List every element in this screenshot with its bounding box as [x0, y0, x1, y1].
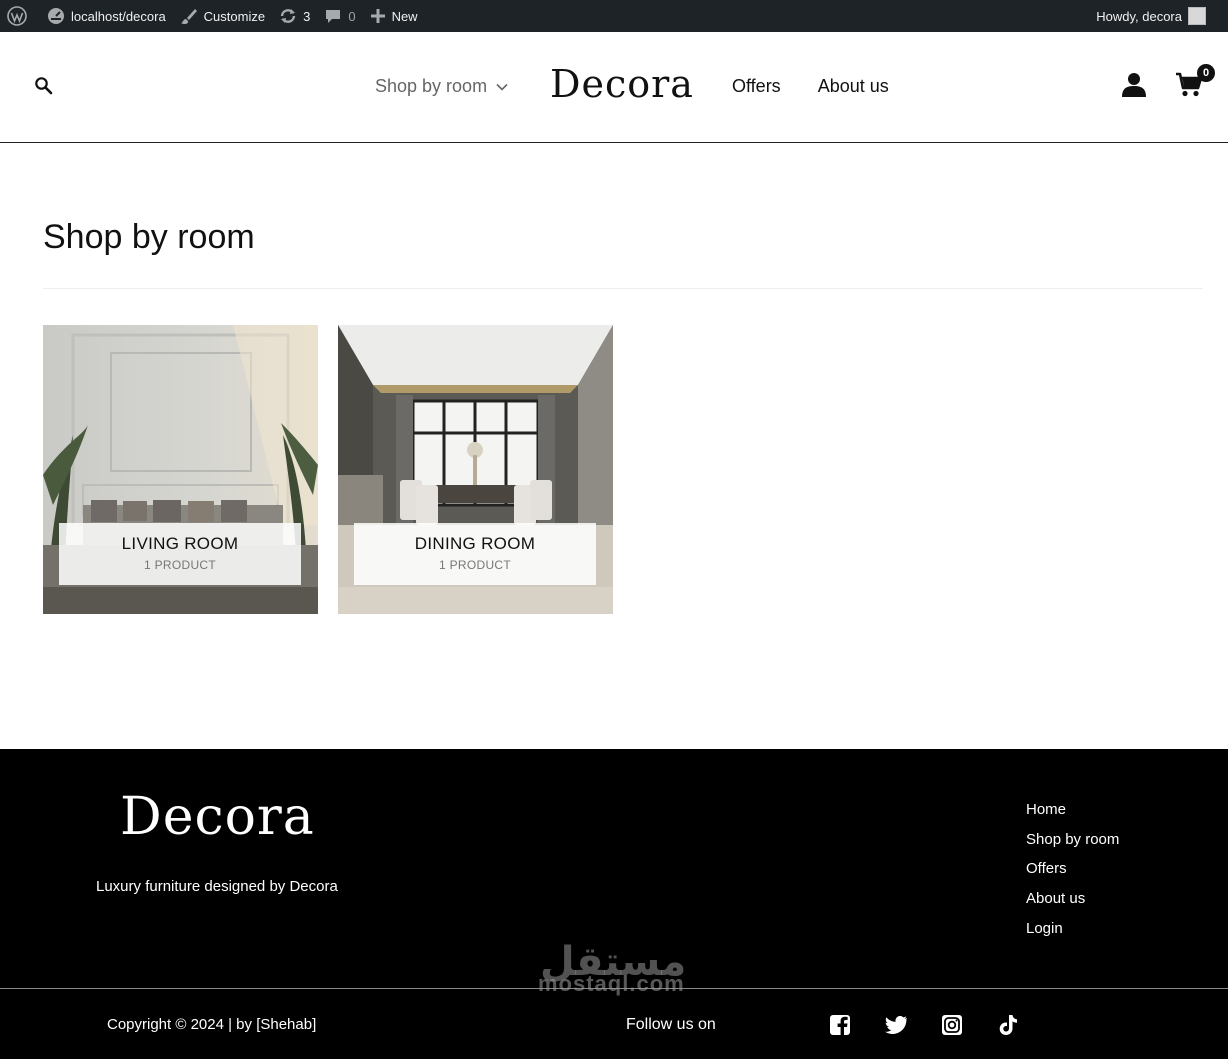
- twitter-icon[interactable]: [884, 1013, 908, 1037]
- footer-link-shop-by-room[interactable]: Shop by room: [1026, 831, 1119, 861]
- cart-count-badge: 0: [1197, 64, 1215, 82]
- page-title: Shop by room: [43, 218, 255, 256]
- category-count: 1 PRODUCT: [143, 558, 217, 572]
- site-name-label: localhost/decora: [71, 8, 166, 24]
- footer-link-about-us[interactable]: About us: [1026, 890, 1119, 920]
- howdy-label: Howdy, decora: [1096, 8, 1182, 24]
- site-logo[interactable]: Decora: [550, 62, 694, 106]
- new-label: New: [391, 8, 418, 24]
- category-count: 1 PRODUCT: [438, 558, 512, 572]
- instagram-icon[interactable]: [940, 1013, 964, 1037]
- category-name: DINING ROOM: [414, 534, 536, 553]
- facebook-icon[interactable]: [828, 1013, 852, 1037]
- admin-bar: localhost/decora Customize 3 0 New Howdy…: [0, 0, 1228, 32]
- footer-link-login[interactable]: Login: [1026, 920, 1119, 950]
- site-header: Shop by room Decora Offers About us 0: [0, 32, 1228, 143]
- chevron-down-icon: [496, 83, 508, 91]
- comments-link[interactable]: 0: [317, 0, 362, 32]
- footer-tagline: Luxury furniture designed by Decora: [96, 878, 338, 895]
- footer-logo[interactable]: Decora: [120, 787, 315, 847]
- my-account-link[interactable]: Howdy, decora: [1096, 7, 1228, 25]
- footer-menu: Home Shop by room Offers About us Login: [1026, 801, 1119, 949]
- customize-label: Customize: [203, 8, 266, 24]
- plus-icon: [370, 9, 385, 23]
- site-name-link[interactable]: localhost/decora: [40, 0, 173, 32]
- comment-icon: [326, 10, 341, 23]
- category-label-box: LIVING ROOM 1 PRODUCT: [59, 523, 301, 585]
- brush-icon: [180, 9, 197, 25]
- primary-nav-right: Offers About us: [732, 76, 889, 97]
- title-divider: [43, 288, 1203, 289]
- category-name: LIVING ROOM: [121, 534, 239, 553]
- search-icon[interactable]: [34, 76, 54, 96]
- nav-shop-by-room-label: Shop by room: [375, 76, 488, 96]
- nav-offers[interactable]: Offers: [732, 76, 781, 97]
- comments-count: 0: [348, 8, 356, 24]
- tiktok-icon[interactable]: [996, 1013, 1020, 1037]
- user-icon[interactable]: [1121, 72, 1147, 98]
- new-content-link[interactable]: New: [363, 0, 425, 32]
- wordpress-icon: [7, 6, 27, 26]
- follow-us-label: Follow us on: [626, 1016, 716, 1033]
- category-card-dining-room[interactable]: DINING ROOM 1 PRODUCT: [338, 325, 613, 614]
- customize-link[interactable]: Customize: [173, 0, 272, 32]
- footer-link-home[interactable]: Home: [1026, 801, 1119, 831]
- dashboard-icon: [48, 8, 64, 24]
- watermark: mostaql.com: [538, 971, 685, 996]
- updates-count: 3: [303, 8, 311, 24]
- avatar: [1188, 7, 1206, 25]
- footer-link-offers[interactable]: Offers: [1026, 860, 1119, 890]
- updates-link[interactable]: 3: [272, 0, 317, 32]
- wordpress-logo-button[interactable]: [0, 0, 40, 32]
- copyright-text: Copyright © 2024 | by [Shehab]: [107, 1016, 317, 1033]
- nav-about-us[interactable]: About us: [818, 76, 889, 97]
- nav-shop-by-room[interactable]: Shop by room: [375, 76, 508, 97]
- category-card-living-room[interactable]: LIVING ROOM 1 PRODUCT: [43, 325, 318, 614]
- category-label-box: DINING ROOM 1 PRODUCT: [354, 523, 596, 585]
- updates-icon: [280, 9, 296, 23]
- site-footer: Decora Luxury furniture designed by Deco…: [0, 749, 1228, 1059]
